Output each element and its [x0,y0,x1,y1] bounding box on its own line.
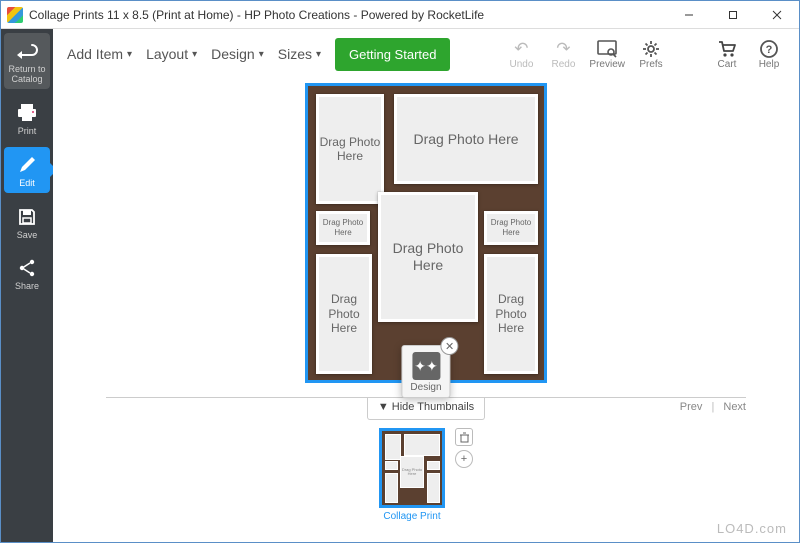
next-button[interactable]: Next [723,401,746,413]
sidebar-save[interactable]: Save [4,199,50,245]
menu-layout[interactable]: Layout ▾ [146,46,197,62]
menu-sizes[interactable]: Sizes ▾ [278,46,321,62]
drag-photo-label: Drag Photo Here [487,292,535,335]
layout-label: Layout [146,46,188,62]
thumb-tools: + [455,428,473,468]
thumbnail-item[interactable]: Drag Photo Here Collage Print [379,428,445,522]
top-toolbar: Add Item ▾ Layout ▾ Design ▾ Sizes ▾ Get… [53,29,799,79]
return-icon [13,39,41,63]
close-icon[interactable]: ✕ [441,337,459,355]
thumb-nav: Prev | Next [680,401,746,413]
delete-thumbnail-button[interactable] [455,428,473,446]
printer-icon [13,101,41,125]
thumbnail-bar: ▼ Hide Thumbnails Prev | Next [106,397,746,534]
design-label: Design [211,46,255,62]
menu-design[interactable]: Design ▾ [211,46,264,62]
preview-icon [596,39,618,59]
main-area: Add Item ▾ Layout ▾ Design ▾ Sizes ▾ Get… [53,29,799,542]
sidebar-share-label: Share [15,282,39,292]
drag-photo-label: Drag Photo Here [319,218,367,237]
cart-button[interactable]: Cart [711,39,743,70]
add-thumbnail-button[interactable]: + [455,450,473,468]
thumbnail-label: Collage Print [383,511,440,522]
window-controls [667,1,799,29]
app-icon [7,7,23,23]
sidebar-edit-label: Edit [19,179,35,189]
undo-button[interactable]: ↶ Undo [505,39,537,70]
window-titlebar: Collage Prints 11 x 8.5 (Print at Home) … [1,1,799,29]
chevron-down-icon: ▾ [127,49,132,60]
sidebar-return-label: Return to Catalog [4,65,50,85]
help-label: Help [759,59,780,70]
share-icon [13,256,41,280]
undo-label: Undo [509,59,533,70]
drag-photo-label: Drag Photo Here [487,218,535,237]
redo-button[interactable]: ↷ Redo [547,39,579,70]
sidebar-edit[interactable]: Edit [4,147,50,193]
window-close-button[interactable] [755,1,799,29]
window-minimize-button[interactable] [667,1,711,29]
window-title: Collage Prints 11 x 8.5 (Print at Home) … [29,8,667,22]
redo-label: Redo [551,59,575,70]
canvas-area: Drag Photo Here Drag Photo Here Drag Pho… [53,79,799,542]
cart-label: Cart [718,59,737,70]
menu-add-item[interactable]: Add Item ▾ [67,46,132,62]
prev-button[interactable]: Prev [680,401,703,413]
trash-icon [459,432,470,443]
sizes-label: Sizes [278,46,312,62]
thumbnail-preview: Drag Photo Here [379,428,445,508]
chevron-down-icon: ▾ [259,49,264,60]
prefs-label: Prefs [639,59,662,70]
getting-started-button[interactable]: Getting Started [335,38,450,71]
pencil-icon [13,153,41,177]
history-group: ↶ Undo ↷ Redo Preview Pref [505,39,667,70]
sidebar-share[interactable]: Share [4,250,50,296]
photo-slot[interactable]: Drag Photo Here [484,211,538,245]
hide-thumbnails-label: Hide Thumbnails [392,401,474,413]
drag-photo-label: Drag Photo Here [413,131,518,148]
redo-icon: ↷ [552,39,574,59]
photo-slot[interactable]: Drag Photo Here [316,254,372,374]
divider: | [711,401,714,413]
gear-icon [640,39,662,59]
undo-icon: ↶ [510,39,532,59]
design-sparkle-icon: ✦✦ [412,352,440,380]
chevron-down-icon: ▾ [316,49,321,60]
design-popup-label: Design [410,382,441,393]
photo-slot[interactable]: Drag Photo Here [394,94,538,184]
design-popup[interactable]: ✕ ✦✦ Design [401,345,450,398]
collage-inner: Drag Photo Here Drag Photo Here Drag Pho… [316,94,536,372]
add-item-label: Add Item [67,46,123,62]
save-icon [13,205,41,229]
cart-icon [716,39,738,59]
hide-thumbnails-button[interactable]: ▼ Hide Thumbnails [367,398,485,420]
right-group: Cart ? Help [711,39,785,70]
plus-icon: + [461,453,467,465]
preview-label: Preview [589,59,625,70]
drag-photo-label: Drag Photo Here [319,135,381,164]
thumbnail-bar-header: ▼ Hide Thumbnails Prev | Next [106,398,746,420]
sidebar-return-to-catalog[interactable]: Return to Catalog [4,33,50,89]
drag-photo-label: Drag Photo Here [381,240,475,274]
sidebar-print[interactable]: Print [4,95,50,141]
photo-slot[interactable]: Drag Photo Here [378,192,478,322]
drag-photo-label: Drag Photo Here [319,292,369,335]
chevron-down-icon: ▾ [192,49,197,60]
left-sidebar: Return to Catalog Print Edit Save Share [1,29,53,542]
prefs-button[interactable]: Prefs [635,39,667,70]
sidebar-save-label: Save [17,231,38,241]
photo-slot[interactable]: Drag Photo Here [316,211,370,245]
preview-button[interactable]: Preview [589,39,625,70]
window-maximize-button[interactable] [711,1,755,29]
svg-text:?: ? [766,44,773,56]
help-icon: ? [758,39,780,59]
photo-slot[interactable]: Drag Photo Here [316,94,384,204]
collage-canvas[interactable]: Drag Photo Here Drag Photo Here Drag Pho… [305,83,547,383]
sidebar-print-label: Print [18,127,37,137]
help-button[interactable]: ? Help [753,39,785,70]
photo-slot[interactable]: Drag Photo Here [484,254,538,374]
thumbnails: Drag Photo Here Collage Print + [106,420,746,534]
